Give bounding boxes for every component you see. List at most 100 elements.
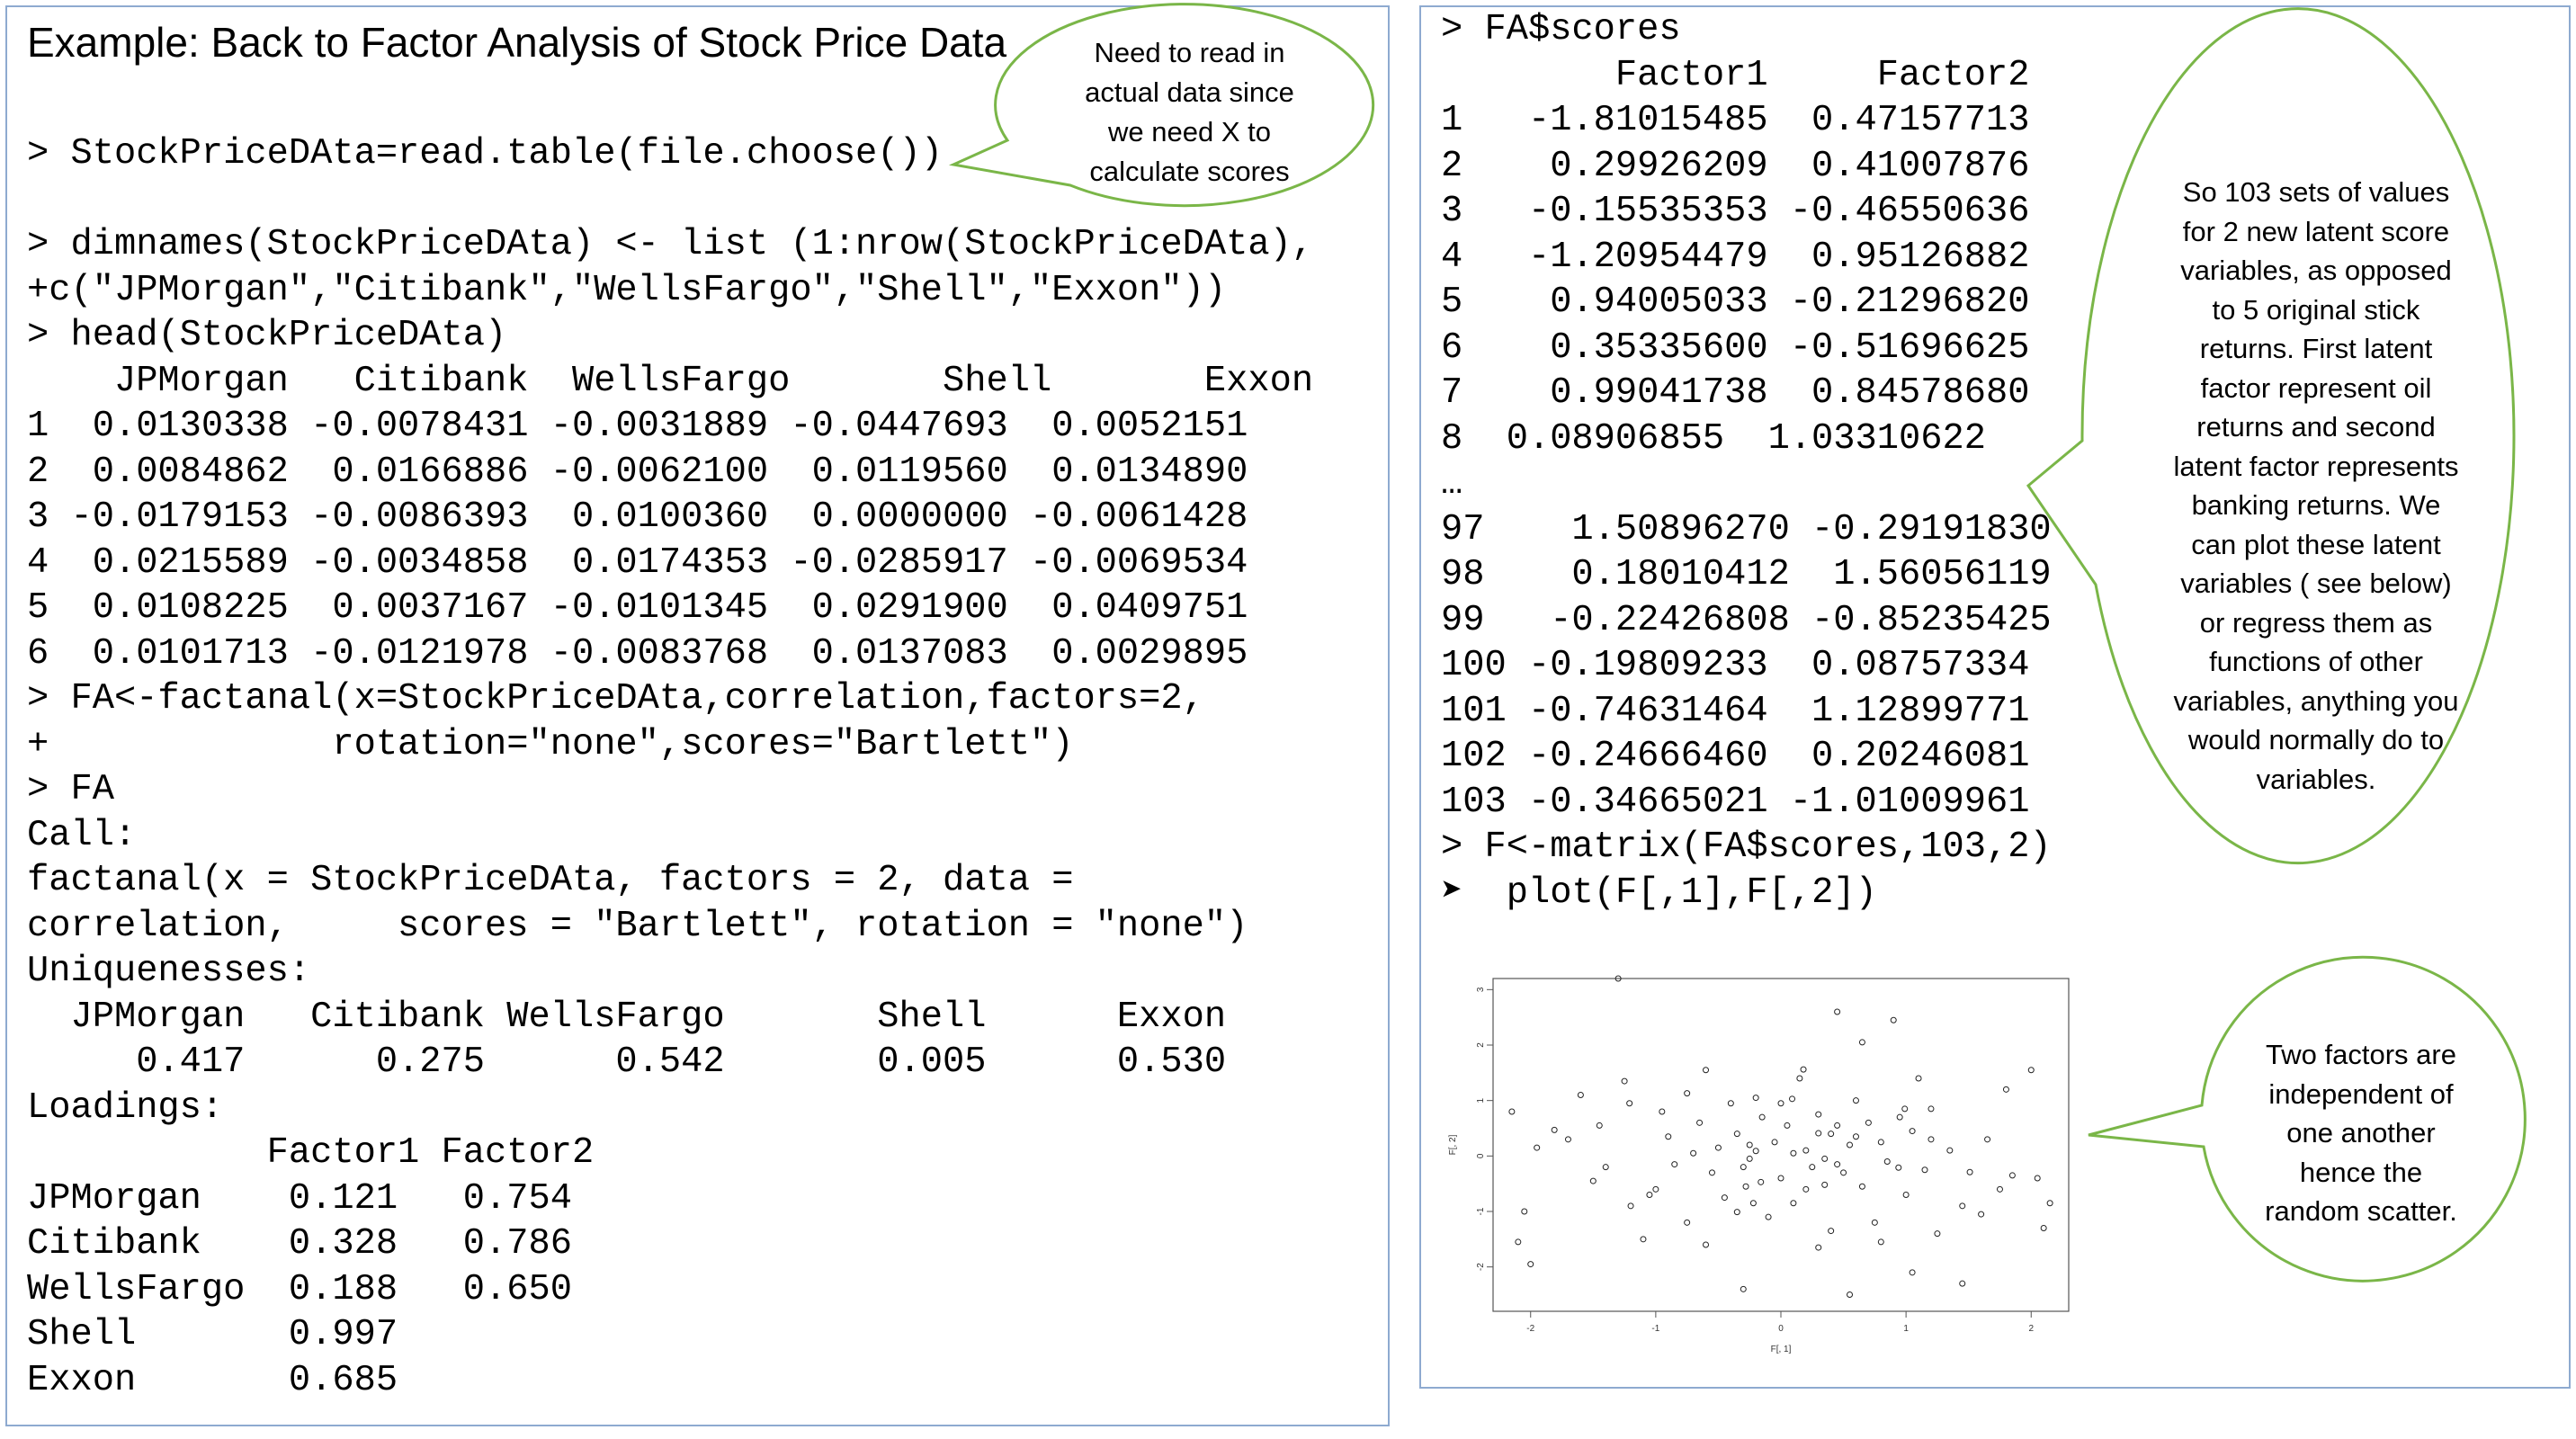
scatter-point xyxy=(2027,1067,2035,1074)
callout-latent-text: So 103 sets of values for 2 new latent s… xyxy=(2173,176,2459,795)
scatter-point xyxy=(1966,1168,1973,1175)
callout-independent-text: Two factors are independent of one anoth… xyxy=(2265,1039,2457,1228)
y-tick-label: 2 xyxy=(1476,1042,1486,1048)
scatter-point xyxy=(1784,1122,1791,1129)
scatter-point xyxy=(1703,1067,1710,1074)
console-line: 3 -0.0179153 -0.0086393 0.0100360 0.0000… xyxy=(27,496,1248,538)
scatter-point xyxy=(1596,1122,1603,1129)
console-line: > F<-matrix(FA$scores,103,2) xyxy=(1441,827,2052,868)
scatter-point xyxy=(2002,1086,2009,1093)
scatter-point xyxy=(1800,1066,1807,1073)
scatter-point xyxy=(1742,1183,1749,1190)
console-line: Call: xyxy=(27,814,137,856)
console-line: 99 -0.22426808 -0.85235425 xyxy=(1441,599,2052,641)
scatter-point xyxy=(1789,1095,1796,1103)
x-axis-label: F[, 1] xyxy=(1771,1345,1792,1354)
x-tick-label: 0 xyxy=(1778,1324,1784,1334)
scatter-point xyxy=(1834,1161,1841,1168)
scatter-plot: -2 -1 0 1 2 -2 -1 0 1 2 3 F[, 1] F[, 2] xyxy=(1439,961,2087,1367)
console-line: 6 0.35335600 -0.51696625 xyxy=(1441,326,2030,369)
scatter-point xyxy=(1946,1147,1954,1154)
console-line: 2 0.0084862 0.0166886 -0.0062100 0.01195… xyxy=(27,451,1248,493)
console-line: WellsFargo 0.188 0.650 xyxy=(27,1268,572,1310)
scatter-point xyxy=(1815,1130,1822,1137)
console-line: +c("JPMorgan","Citibank","WellsFargo","S… xyxy=(27,269,1227,311)
scatter-point xyxy=(1815,1111,1822,1118)
console-line: 2 0.29926209 0.41007876 xyxy=(1441,145,2030,187)
console-line: 98 0.18010412 1.56056119 xyxy=(1441,554,2052,595)
scatter-point xyxy=(1909,1269,1916,1276)
scatter-point xyxy=(1901,1105,1909,1113)
console-line: Uniquenesses: xyxy=(27,951,311,992)
scatter-point xyxy=(1777,1100,1784,1107)
scatter-point xyxy=(1915,1075,1922,1082)
console-line: > FA<-factanal(x=StockPriceDAta,correlat… xyxy=(27,678,1204,720)
x-tick-label: -1 xyxy=(1651,1324,1659,1334)
scatter-point xyxy=(1852,1097,1859,1104)
scatter-point xyxy=(1646,1192,1653,1198)
scatter-point xyxy=(2040,1225,2047,1231)
scatter-point xyxy=(2034,1175,2041,1182)
scatter-point xyxy=(1902,1192,1910,1198)
scatter-point xyxy=(1551,1126,1558,1133)
y-tick-label: -2 xyxy=(1476,1263,1486,1271)
scatter-point xyxy=(1978,1211,1985,1218)
scatter-point xyxy=(1659,1108,1666,1115)
scatter-point xyxy=(1534,1144,1541,1151)
scatter-point xyxy=(1847,1141,1854,1149)
callout-read-data-text: Need to read in actual data since we nee… xyxy=(1085,37,1294,187)
scatter-point xyxy=(1802,1185,1810,1193)
scatter-point xyxy=(1959,1202,1966,1210)
scatter-point xyxy=(1858,1039,1865,1046)
scatter-point xyxy=(1871,1219,1878,1226)
scatter-point xyxy=(1684,1219,1691,1226)
scatter-point xyxy=(1733,1131,1740,1138)
console-line: + rotation="none",scores="Bartlett") xyxy=(27,723,1074,765)
console-line: JPMorgan 0.121 0.754 xyxy=(27,1177,572,1220)
scatter-point xyxy=(1852,1133,1859,1140)
scatter-point xyxy=(1508,1108,1516,1115)
scatter-point xyxy=(1640,1236,1647,1243)
scatter-point xyxy=(1521,1208,1528,1215)
console-line: 100 -0.19809233 0.08757334 xyxy=(1441,645,2030,686)
scatter-point xyxy=(1984,1136,1991,1143)
console-line: 6 0.0101713 -0.0121978 -0.0083768 0.0137… xyxy=(27,632,1248,675)
scatter-point xyxy=(1621,1077,1628,1085)
console-line: Exxon 0.685 xyxy=(27,1359,398,1401)
callout-independent: Two factors are independent of one anoth… xyxy=(2078,955,2545,1295)
scatter-point xyxy=(1652,1185,1659,1193)
console-line: Shell 0.997 xyxy=(27,1314,398,1355)
scatter-point xyxy=(1934,1230,1941,1238)
left-panel: Example: Back to Factor Analysis of Stoc… xyxy=(5,5,1390,1426)
console-line: … xyxy=(1441,463,1463,505)
console-line: 103 -0.34665021 -1.01009961 xyxy=(1441,781,2030,823)
console-line: 4 0.0215589 -0.0034858 0.0174353 -0.0285… xyxy=(27,541,1248,584)
console-line: 102 -0.24666460 0.20246081 xyxy=(1441,736,2030,777)
scatter-point xyxy=(1928,1136,1935,1143)
scatter-point xyxy=(1877,1238,1884,1246)
console-line: 101 -0.74631464 1.12899771 xyxy=(1441,690,2030,732)
scatter-point xyxy=(1771,1139,1778,1146)
console-line: 5 0.0108225 0.0037167 -0.0101345 0.02919… xyxy=(27,587,1248,629)
scatter-point xyxy=(1821,1155,1829,1162)
scatter-point xyxy=(1865,1119,1872,1126)
scatter-point xyxy=(1749,1200,1757,1207)
scatter-point xyxy=(1895,1164,1902,1171)
callout-read-data: Need to read in actual data since we nee… xyxy=(935,3,1403,214)
scatter-point xyxy=(1727,1100,1734,1107)
scatter-point xyxy=(1671,1161,1678,1168)
scatter-point xyxy=(1858,1183,1865,1190)
scatter-point xyxy=(1515,1238,1522,1246)
console-line: 8 0.08906855 1.03310622 xyxy=(1441,417,1986,460)
scatter-point xyxy=(1896,1113,1903,1121)
scatter-point xyxy=(1746,1141,1753,1149)
scatter-point xyxy=(1527,1261,1534,1268)
scatter-point xyxy=(1828,1228,1835,1235)
scores-rows: 1 -1.81015485 0.47157713 2 0.29926209 0.4… xyxy=(1441,98,2052,916)
console-line: factanal(x = StockPriceDAta, factors = 2… xyxy=(27,860,1074,901)
console-line: Factor1 Factor2 xyxy=(27,1132,595,1174)
scatter-point xyxy=(1696,1119,1704,1126)
scatter-point xyxy=(1777,1175,1784,1182)
scores-header: Factor1 Factor2 xyxy=(1441,54,2030,96)
console-line: > head(StockPriceDAta) xyxy=(27,315,507,356)
